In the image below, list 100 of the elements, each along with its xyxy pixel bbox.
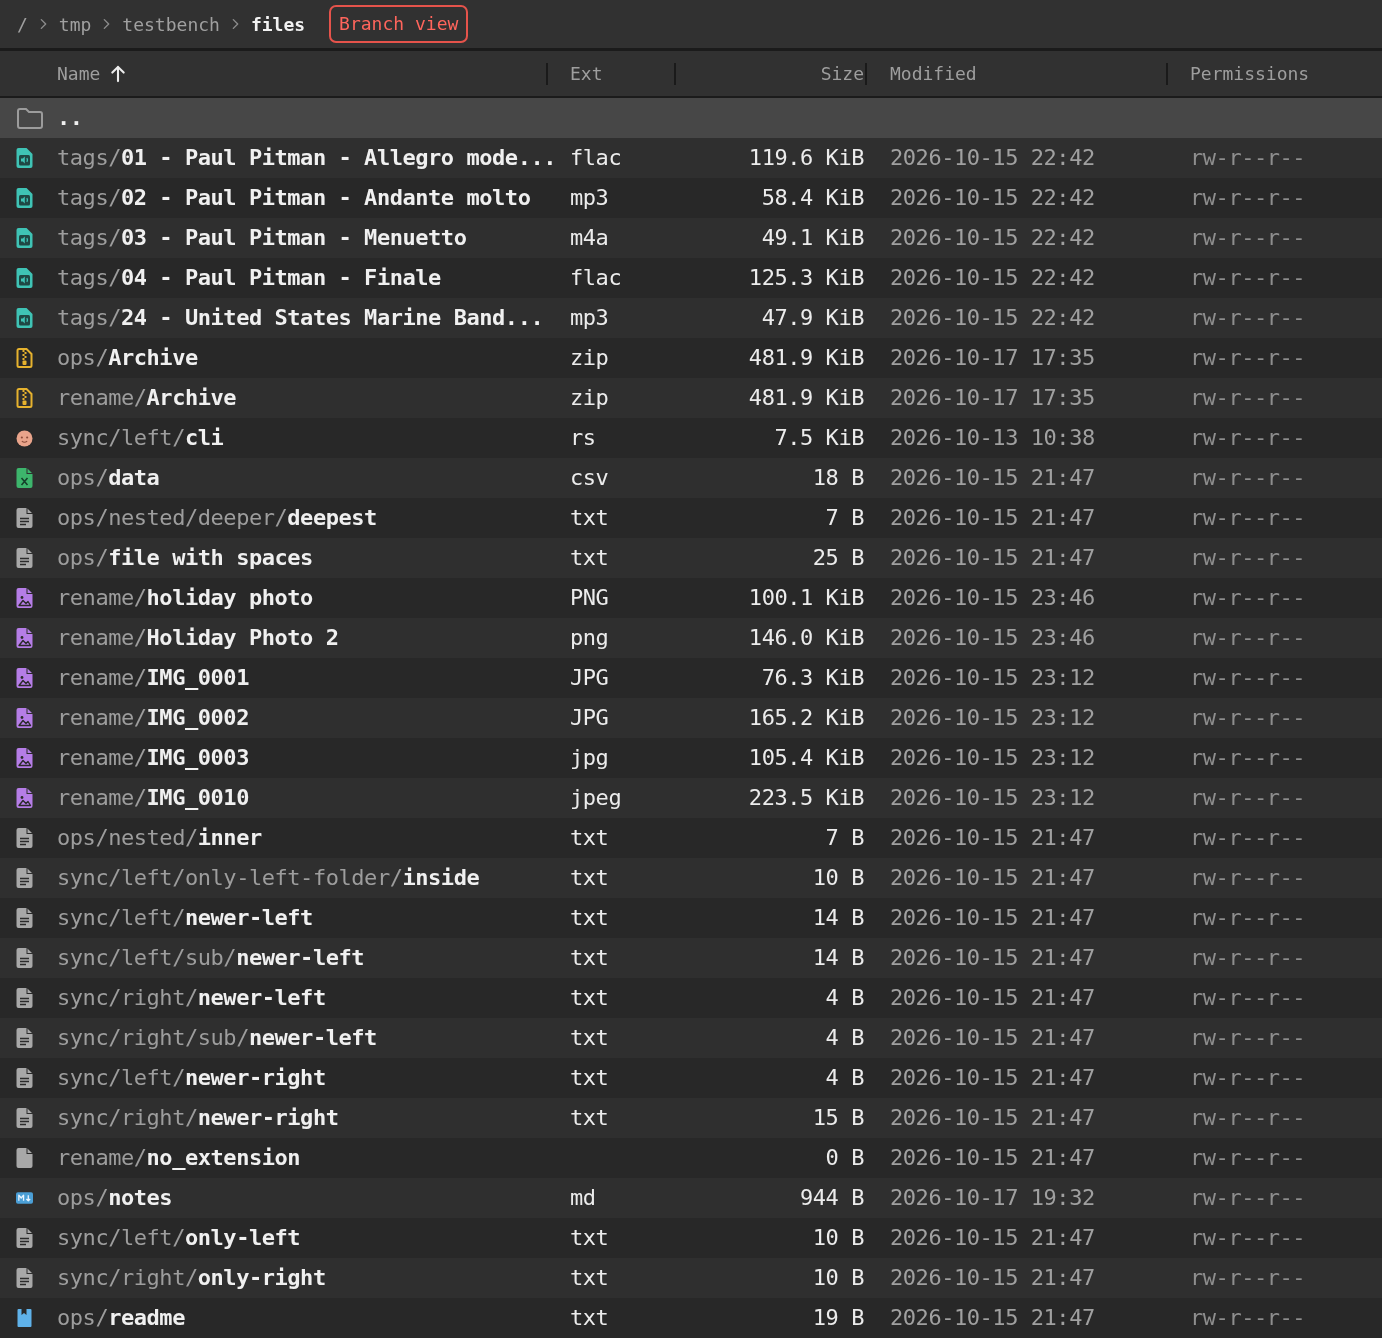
column-header[interactable]: Name bbox=[57, 61, 127, 86]
breadcrumb-link[interactable]: / bbox=[17, 10, 28, 38]
file-row[interactable]: ops/file with spaces txt 25 B 2026-10-15 21:47 rw-r--r-- bbox=[0, 538, 1382, 578]
file-row[interactable]: .. bbox=[0, 98, 1382, 138]
file-permissions: rw-r--r-- bbox=[1190, 425, 1306, 450]
file-row[interactable]: rename/Holiday Photo 2 png 146.0 KiB 2026-10-15 23:46 rw-r--r-- bbox=[0, 618, 1382, 658]
file-size: 481.9 KiB bbox=[748, 385, 864, 410]
file-size: 10 B bbox=[812, 1225, 864, 1250]
modified-date: 2026-10-17 19:32 bbox=[890, 1185, 1095, 1210]
modified-date: 2026-10-15 21:47 bbox=[890, 465, 1095, 490]
file-permissions: rw-r--r-- bbox=[1190, 745, 1306, 770]
file-name: ops/data bbox=[57, 465, 160, 490]
file-size: 7.5 KiB bbox=[774, 425, 864, 450]
breadcrumb-link[interactable]: tmp bbox=[58, 10, 92, 38]
file-permissions: rw-r--r-- bbox=[1190, 305, 1306, 330]
text-file-icon bbox=[16, 908, 33, 928]
modified-date: 2026-10-15 22:42 bbox=[890, 305, 1095, 330]
file-permissions: rw-r--r-- bbox=[1190, 825, 1306, 850]
file-permissions: rw-r--r-- bbox=[1190, 945, 1306, 970]
modified-date: 2026-10-15 23:12 bbox=[890, 785, 1095, 810]
file-extension: txt bbox=[570, 1305, 609, 1330]
file-name: rename/Holiday Photo 2 bbox=[57, 625, 339, 650]
file-row[interactable]: rename/Archive zip 481.9 KiB 2026-10-17 17:35 rw-r--r-- bbox=[0, 378, 1382, 418]
image-file-icon bbox=[16, 628, 33, 648]
file-permissions: rw-r--r-- bbox=[1190, 145, 1306, 170]
modified-date: 2026-10-17 17:35 bbox=[890, 345, 1095, 370]
modified-date: 2026-10-15 21:47 bbox=[890, 1225, 1095, 1250]
text-file-icon bbox=[16, 948, 33, 968]
file-permissions: rw-r--r-- bbox=[1190, 1225, 1306, 1250]
file-row[interactable]: ops/notes md 944 B 2026-10-17 19:32 rw-r--r-- bbox=[0, 1178, 1382, 1218]
file-row[interactable]: sync/right/sub/newer-left txt 4 B 2026-10-15 21:47 rw-r--r-- bbox=[0, 1018, 1382, 1058]
file-permissions: rw-r--r-- bbox=[1190, 1065, 1306, 1090]
column-header[interactable]: Modified bbox=[890, 61, 977, 86]
file-name: ops/nested/inner bbox=[57, 825, 262, 850]
modified-date: 2026-10-15 21:47 bbox=[890, 1265, 1095, 1290]
file-permissions: rw-r--r-- bbox=[1190, 1265, 1306, 1290]
modified-date: 2026-10-15 22:42 bbox=[890, 145, 1095, 170]
column-header[interactable]: Permissions bbox=[1190, 61, 1310, 86]
file-row[interactable]: sync/left/only-left-folder/inside txt 10 B 2026-10-15 21:47 rw-r--r-- bbox=[0, 858, 1382, 898]
bookmark-file-icon bbox=[16, 1308, 33, 1328]
chevron-right-icon bbox=[103, 18, 111, 30]
branch-view-button[interactable]: Branch view bbox=[329, 5, 469, 43]
file-extension: flac bbox=[570, 145, 622, 170]
file-extension: txt bbox=[570, 985, 609, 1010]
text-file-icon bbox=[16, 1268, 33, 1288]
file-name: rename/IMG_0010 bbox=[57, 785, 249, 810]
file-size: 14 B bbox=[812, 905, 864, 930]
file-permissions: rw-r--r-- bbox=[1190, 465, 1306, 490]
column-header[interactable]: Size bbox=[820, 61, 864, 86]
breadcrumb-link[interactable]: testbench bbox=[122, 10, 220, 38]
file-row[interactable]: rename/IMG_0010 jpeg 223.5 KiB 2026-10-15 23:12 rw-r--r-- bbox=[0, 778, 1382, 818]
modified-date: 2026-10-15 21:47 bbox=[890, 865, 1095, 890]
file-extension: txt bbox=[570, 545, 609, 570]
file-name: ops/file with spaces bbox=[57, 545, 313, 570]
column-header[interactable]: Ext bbox=[570, 61, 603, 86]
file-extension: txt bbox=[570, 505, 609, 530]
file-name: rename/IMG_0001 bbox=[57, 665, 249, 690]
text-file-icon bbox=[16, 1108, 33, 1128]
parent-folder-link[interactable]: .. bbox=[57, 105, 83, 130]
file-row[interactable]: rename/IMG_0002 JPG 165.2 KiB 2026-10-15 23:12 rw-r--r-- bbox=[0, 698, 1382, 738]
modified-date: 2026-10-15 21:47 bbox=[890, 945, 1095, 970]
file-permissions: rw-r--r-- bbox=[1190, 905, 1306, 930]
modified-date: 2026-10-17 17:35 bbox=[890, 385, 1095, 410]
audio-file-icon bbox=[16, 228, 33, 248]
file-permissions: rw-r--r-- bbox=[1190, 1145, 1306, 1170]
file-extension: mp3 bbox=[570, 185, 609, 210]
text-file-icon bbox=[16, 1228, 33, 1248]
file-permissions: rw-r--r-- bbox=[1190, 225, 1306, 250]
file-row[interactable]: tags/01 - Paul Pitman - Allegro mode... flac 119.6 KiB 2026-10-15 22:42 rw-r--r-- bbox=[0, 138, 1382, 178]
file-size: 18 B bbox=[812, 465, 864, 490]
file-size: 119.6 KiB bbox=[748, 145, 864, 170]
modified-date: 2026-10-15 23:12 bbox=[890, 705, 1095, 730]
file-size: 0 B bbox=[825, 1145, 864, 1170]
spreadsheet-file-icon bbox=[16, 468, 33, 488]
image-file-icon bbox=[16, 708, 33, 728]
file-row[interactable]: sync/right/only-right txt 10 B 2026-10-15 21:47 rw-r--r-- bbox=[0, 1258, 1382, 1298]
file-extension: JPG bbox=[570, 665, 609, 690]
file-row[interactable]: tags/03 - Paul Pitman - Menuetto m4a 49.1 KiB 2026-10-15 22:42 rw-r--r-- bbox=[0, 218, 1382, 258]
file-size: 10 B bbox=[812, 865, 864, 890]
file-row[interactable]: tags/24 - United States Marine Band... mp3 47.9 KiB 2026-10-15 22:42 rw-r--r-- bbox=[0, 298, 1382, 338]
file-extension: md bbox=[570, 1185, 596, 1210]
file-extension: txt bbox=[570, 865, 609, 890]
breadcrumb-link[interactable]: files bbox=[250, 10, 306, 38]
modified-date: 2026-10-15 22:42 bbox=[890, 225, 1095, 250]
file-permissions: rw-r--r-- bbox=[1190, 585, 1306, 610]
modified-date: 2026-10-15 21:47 bbox=[890, 825, 1095, 850]
file-extension: rs bbox=[570, 425, 596, 450]
file-extension: txt bbox=[570, 1265, 609, 1290]
file-size: 125.3 KiB bbox=[748, 265, 864, 290]
modified-date: 2026-10-15 21:47 bbox=[890, 905, 1095, 930]
file-permissions: rw-r--r-- bbox=[1190, 785, 1306, 810]
file-name: ops/readme bbox=[57, 1305, 185, 1330]
modified-date: 2026-10-15 21:47 bbox=[890, 1305, 1095, 1330]
file-row[interactable]: sync/left/sub/newer-left txt 14 B 2026-10-15 21:47 rw-r--r-- bbox=[0, 938, 1382, 978]
image-file-icon bbox=[16, 788, 33, 808]
audio-file-icon bbox=[16, 148, 33, 168]
file-row[interactable]: ops/data csv 18 B 2026-10-15 21:47 rw-r--r-- bbox=[0, 458, 1382, 498]
file-permissions: rw-r--r-- bbox=[1190, 545, 1306, 570]
text-file-icon bbox=[16, 868, 33, 888]
file-row[interactable]: sync/right/newer-right txt 15 B 2026-10-15 21:47 rw-r--r-- bbox=[0, 1098, 1382, 1138]
